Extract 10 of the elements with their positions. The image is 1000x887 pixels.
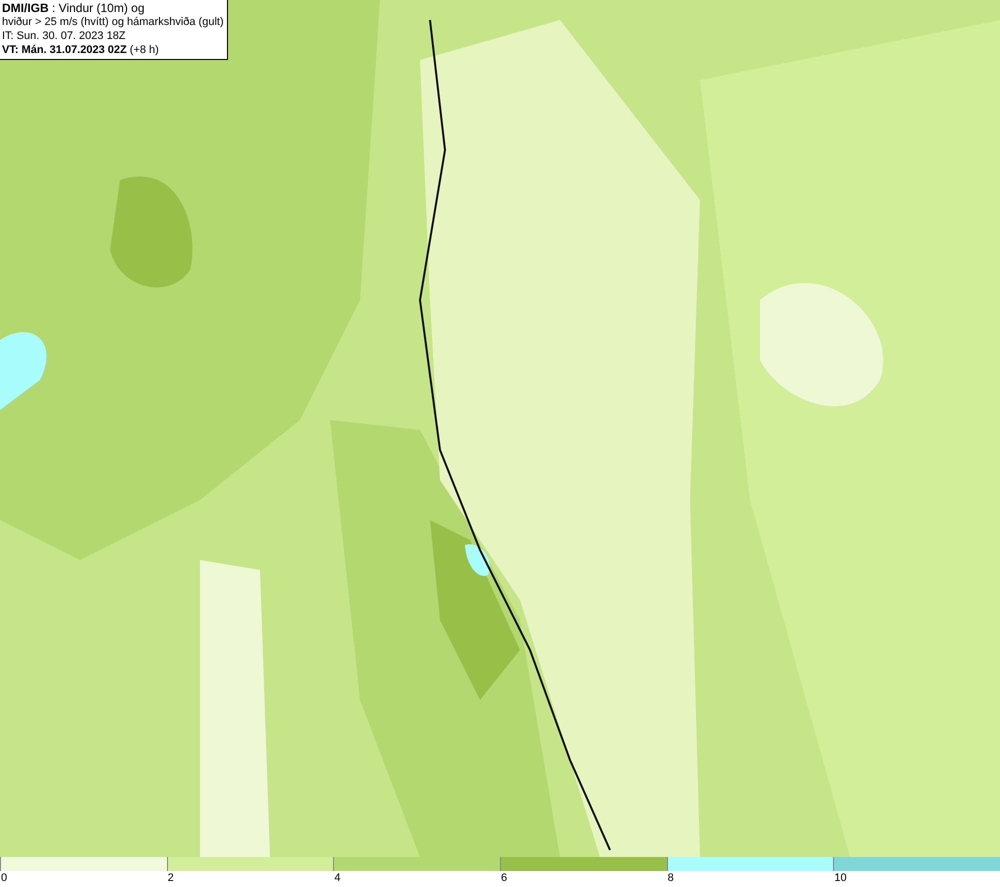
caption-line: hviður > 25 m/s (hvítt) og hámarkshviða (gult): [2, 15, 224, 29]
caption-line: DMI/IGB : Vindur (10m) og: [2, 1, 146, 15]
legend-label: 2: [166, 871, 174, 886]
legend-label: 0: [0, 871, 8, 886]
legend-label: 6: [500, 871, 508, 886]
legend-label: 8: [666, 871, 674, 886]
caption-line: VT: Mán. 31.07.2023 02Z (+8 h): [2, 43, 160, 57]
legend-label: 10: [833, 871, 847, 886]
legend-label: 4: [333, 871, 340, 886]
caption-line: IT: Sun. 30. 07. 2023 18Z: [2, 29, 127, 43]
